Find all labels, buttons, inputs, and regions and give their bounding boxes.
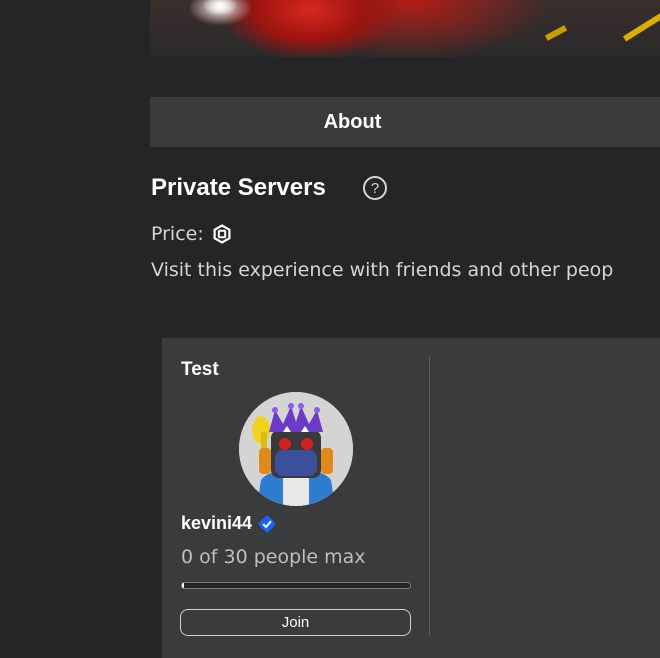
tab-bar: About <box>150 97 660 147</box>
tab-about[interactable]: About <box>150 97 555 147</box>
server-capacity: 0 of 30 people max <box>181 546 366 568</box>
thumbnail-headlight <box>202 0 238 16</box>
private-servers-description: Visit this experience with friends and o… <box>151 259 614 281</box>
owner-row: kevini44 <box>181 513 276 534</box>
occupancy-progress-bar <box>181 582 411 589</box>
server-name: Test <box>181 359 219 380</box>
game-thumbnail <box>150 0 660 57</box>
thumbnail-road-line <box>544 25 568 41</box>
private-servers-title: Private Servers <box>151 174 326 201</box>
card-divider <box>429 356 430 636</box>
owner-avatar[interactable] <box>239 392 353 506</box>
price-label: Price: <box>151 223 204 245</box>
avatar-image <box>239 392 353 506</box>
join-button[interactable]: Join <box>180 609 411 636</box>
question-circle-icon[interactable]: ? <box>363 176 387 200</box>
private-server-card: Test kevini44 0 of 30 people max Join <box>162 338 660 658</box>
thumbnail-road-line <box>622 4 660 42</box>
occupancy-progress-fill <box>182 583 184 588</box>
verified-badge-icon <box>258 515 276 532</box>
experience-page: About Private Servers ? Price: Visit thi… <box>0 0 660 658</box>
owner-name[interactable]: kevini44 <box>181 513 252 534</box>
robux-icon <box>213 224 231 244</box>
